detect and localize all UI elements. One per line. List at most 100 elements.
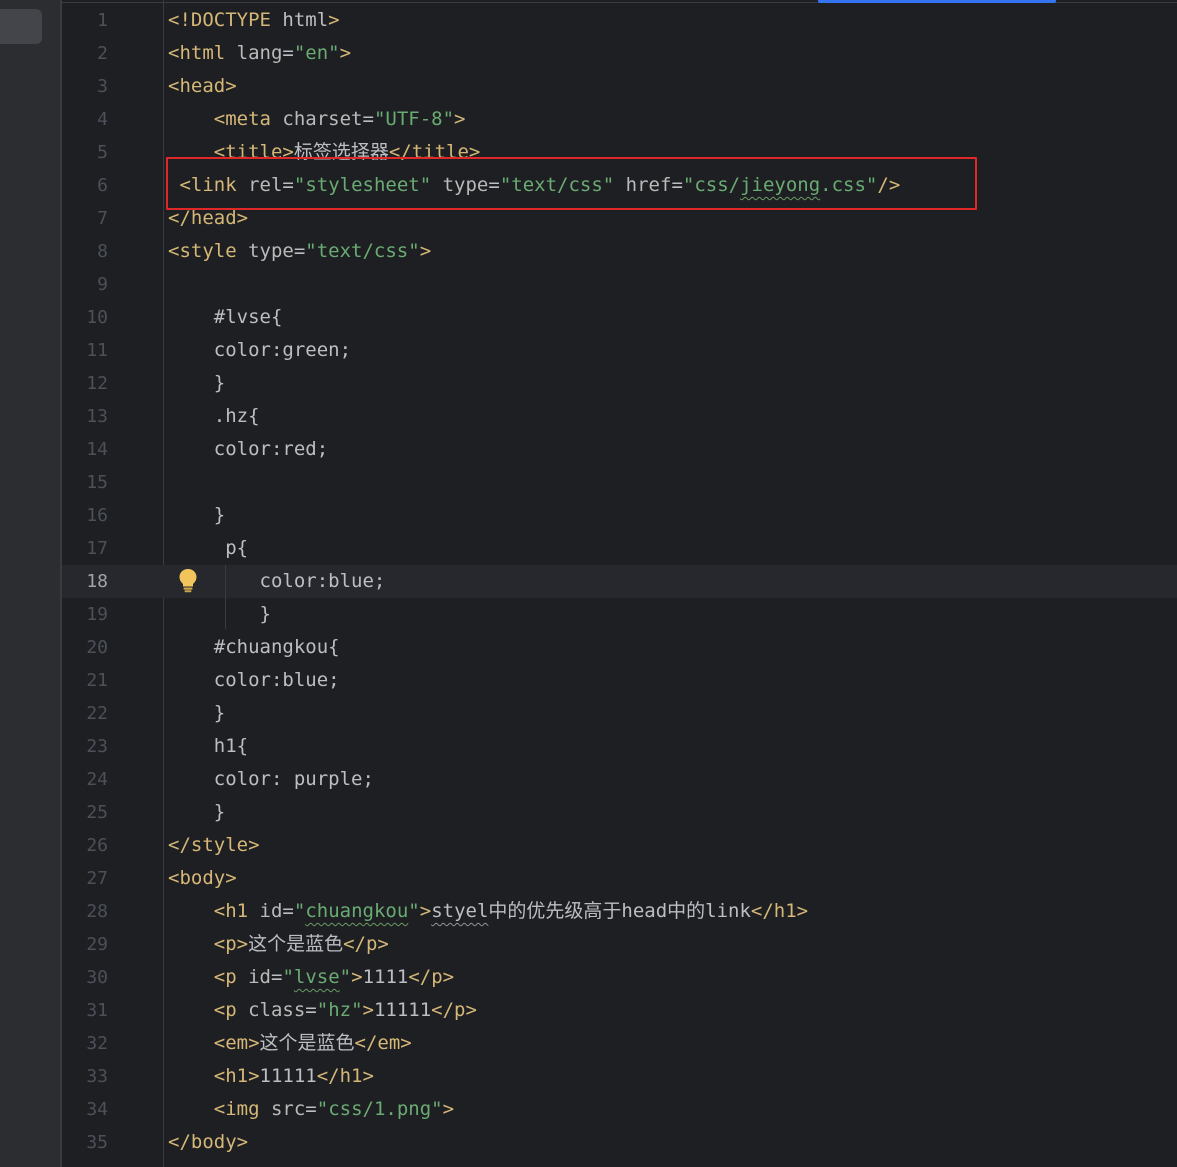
code-text: h1{	[168, 730, 248, 763]
code-token: >	[419, 900, 432, 922]
code-line[interactable]: 24 color: purple;	[62, 763, 1177, 796]
line-number: 7	[97, 208, 108, 229]
code-token: >	[328, 9, 340, 31]
line-number: 14	[86, 439, 108, 460]
code-token: styel	[431, 900, 489, 922]
code-token: color: purple;	[168, 768, 374, 790]
code-line[interactable]: 29 <p>这个是蓝色</p>	[62, 928, 1177, 961]
code-text: color:blue;	[168, 664, 340, 697]
code-token: >	[351, 966, 363, 988]
code-token: </head>	[168, 207, 249, 229]
code-text: .hz{	[168, 400, 260, 433]
code-token: "	[339, 966, 352, 988]
line-number: 31	[86, 1000, 108, 1021]
code-line[interactable]: 13 .hz{	[62, 400, 1177, 433]
line-number: 1	[97, 10, 108, 31]
code-token: 11111	[373, 999, 432, 1021]
code-token: =	[293, 240, 306, 262]
code-token: h1{	[168, 735, 249, 757]
code-token: <h1>	[213, 1065, 260, 1087]
line-number: 9	[97, 274, 108, 295]
code-line[interactable]: 25 }	[62, 796, 1177, 829]
code-text: <head>	[168, 70, 237, 103]
code-text: <style type="text/css">	[168, 235, 431, 268]
code-line[interactable]: 11 color:green;	[62, 334, 1177, 367]
code-line[interactable]: 2 <html lang="en">	[62, 37, 1177, 70]
indent-guide	[225, 565, 226, 629]
code-line[interactable]: 28 <h1 id="chuangkou">styel中的优先级高于head中的…	[62, 895, 1177, 928]
line-number: 26	[86, 835, 108, 856]
code-editor[interactable]: 1 <!DOCTYPE html> 2 <html lang="en"> 3 <head>…	[62, 0, 1177, 1167]
code-line[interactable]: 26 </style>	[62, 829, 1177, 862]
code-line[interactable]: 33 <h1>11111</h1>	[62, 1060, 1177, 1093]
code-line[interactable]: 16 }	[62, 499, 1177, 532]
code-token: .hz{	[168, 405, 260, 427]
tool-window-button-active[interactable]	[0, 9, 42, 44]
line-number: 10	[86, 307, 108, 328]
code-text: </body>	[168, 1126, 248, 1159]
code-line[interactable]: 1 <!DOCTYPE html>	[62, 4, 1177, 37]
line-number: 35	[86, 1132, 108, 1153]
code-line[interactable]: 8 <style type="text/css">	[62, 235, 1177, 268]
code-token: <p>	[213, 933, 249, 955]
code-line[interactable]: 10 #lvse{	[62, 301, 1177, 334]
lightbulb-icon[interactable]	[178, 568, 198, 594]
code-token: #chuangkou{	[168, 636, 340, 658]
code-line[interactable]: 30 <p id="lvse">1111</p>	[62, 961, 1177, 994]
code-text: <!DOCTYPE html>	[168, 4, 340, 37]
code-line[interactable]: 27 <body>	[62, 862, 1177, 895]
code-line[interactable]: 4 <meta charset="UTF-8">	[62, 103, 1177, 136]
code-text: <h1 id="chuangkou">styel中的优先级高于head中的lin…	[168, 895, 808, 928]
code-token: src	[270, 1098, 306, 1120]
code-text: color:blue;	[168, 565, 386, 598]
code-line[interactable]: 32 <em>这个是蓝色</em>	[62, 1027, 1177, 1060]
code-line[interactable]: 34 <img src="css/1.png">	[62, 1093, 1177, 1126]
line-number: 8	[97, 241, 108, 262]
code-token: }	[168, 504, 226, 526]
line-number: 25	[86, 802, 108, 823]
code-line[interactable]: 12 }	[62, 367, 1177, 400]
code-token: "	[293, 900, 306, 922]
line-number: 5	[97, 142, 108, 163]
code-line[interactable]: 23 h1{	[62, 730, 1177, 763]
line-number: 16	[86, 505, 108, 526]
code-token: </style>	[168, 834, 260, 856]
code-text: <p class="hz">11111</p>	[168, 994, 477, 1027]
code-line[interactable]: 14 color:red;	[62, 433, 1177, 466]
code-token: "	[282, 966, 294, 988]
code-text: }	[168, 796, 225, 829]
code-token: </p>	[343, 933, 389, 955]
code-text: }	[168, 367, 225, 400]
code-line[interactable]: 18 color:blue;	[62, 565, 1177, 598]
line-number: 20	[86, 637, 108, 658]
code-line[interactable]: 20 #chuangkou{	[62, 631, 1177, 664]
code-line[interactable]: 15	[62, 466, 1177, 499]
code-text: <p>这个是蓝色</p>	[168, 928, 389, 961]
code-line[interactable]: 31 <p class="hz">11111</p>	[62, 994, 1177, 1027]
line-number: 12	[86, 373, 108, 394]
code-token: <html	[168, 42, 237, 64]
code-line[interactable]: 21 color:blue;	[62, 664, 1177, 697]
code-line[interactable]: 22 }	[62, 697, 1177, 730]
code-line[interactable]: 17 p{	[62, 532, 1177, 565]
line-number: 19	[86, 604, 108, 625]
code-line[interactable]: 35 </body>	[62, 1126, 1177, 1159]
code-token: "css/1.png"	[316, 1098, 443, 1120]
code-line[interactable]: 3 <head>	[62, 70, 1177, 103]
code-token: 1111	[362, 966, 409, 988]
code-token: }	[168, 603, 271, 625]
code-line[interactable]: 9	[62, 268, 1177, 301]
code-token: </body>	[168, 1131, 249, 1153]
code-token: =	[305, 1098, 317, 1120]
code-token: "hz"	[316, 999, 363, 1021]
code-text: <html lang="en">	[168, 37, 351, 70]
code-text: }	[168, 598, 271, 631]
code-token: =	[305, 999, 317, 1021]
line-number: 33	[86, 1066, 108, 1087]
code-line[interactable]: 19 }	[62, 598, 1177, 631]
line-number: 3	[97, 76, 108, 97]
